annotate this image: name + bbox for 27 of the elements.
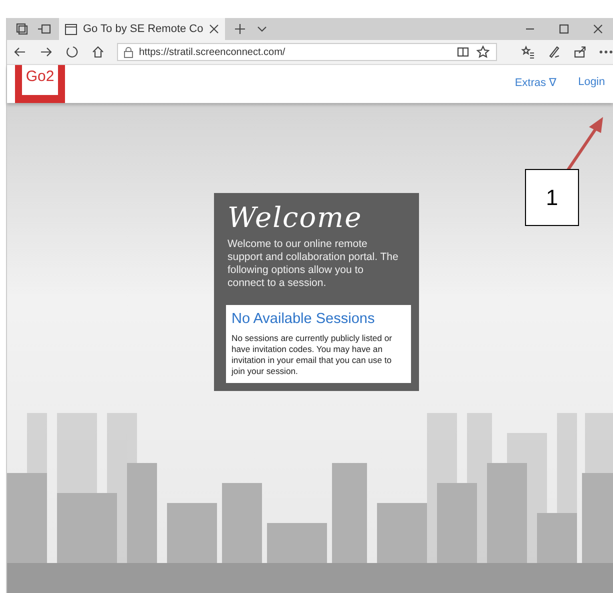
address-field[interactable]: https://stratil.screenconnect.com/ (117, 43, 497, 61)
new-tab-icon[interactable] (233, 22, 248, 36)
logo[interactable]: Go2 (15, 65, 65, 103)
nav-link[interactable]: Extras ∇ (514, 76, 556, 88)
back-icon[interactable] (13, 45, 27, 59)
nav-link[interactable]: Login (578, 76, 605, 88)
share-icon[interactable] (573, 45, 587, 59)
refresh-icon[interactable] (65, 45, 79, 59)
lock-icon (124, 46, 133, 58)
tab-preview-icon[interactable] (15, 22, 29, 36)
forward-icon[interactable] (39, 45, 53, 59)
browser-tab[interactable]: Go To by SE Remote Co (59, 18, 226, 40)
callout-number: 1 (525, 169, 579, 226)
close-icon[interactable] (591, 22, 605, 36)
close-icon[interactable] (209, 24, 220, 34)
set-aside-tabs-icon[interactable] (37, 22, 51, 36)
page-icon (65, 24, 77, 34)
sessions-text: No sessions are currently publicly listed or have invitation codes. You may have an invitation in your email that you can use to join your session. (232, 332, 393, 378)
home-icon[interactable] (91, 45, 105, 59)
reading-view-icon[interactable] (456, 45, 470, 59)
favorites-icon[interactable] (521, 45, 535, 59)
sessions-title: No Available Sessions (232, 310, 376, 326)
welcome-text: Welcome to our online remote support and collaboration portal. The following options allow you to connect to a session. (228, 238, 398, 290)
pen-icon[interactable] (547, 45, 561, 59)
star-icon[interactable] (476, 45, 490, 59)
maximize-icon[interactable] (557, 22, 571, 36)
welcome-title: Welcome (228, 201, 364, 234)
